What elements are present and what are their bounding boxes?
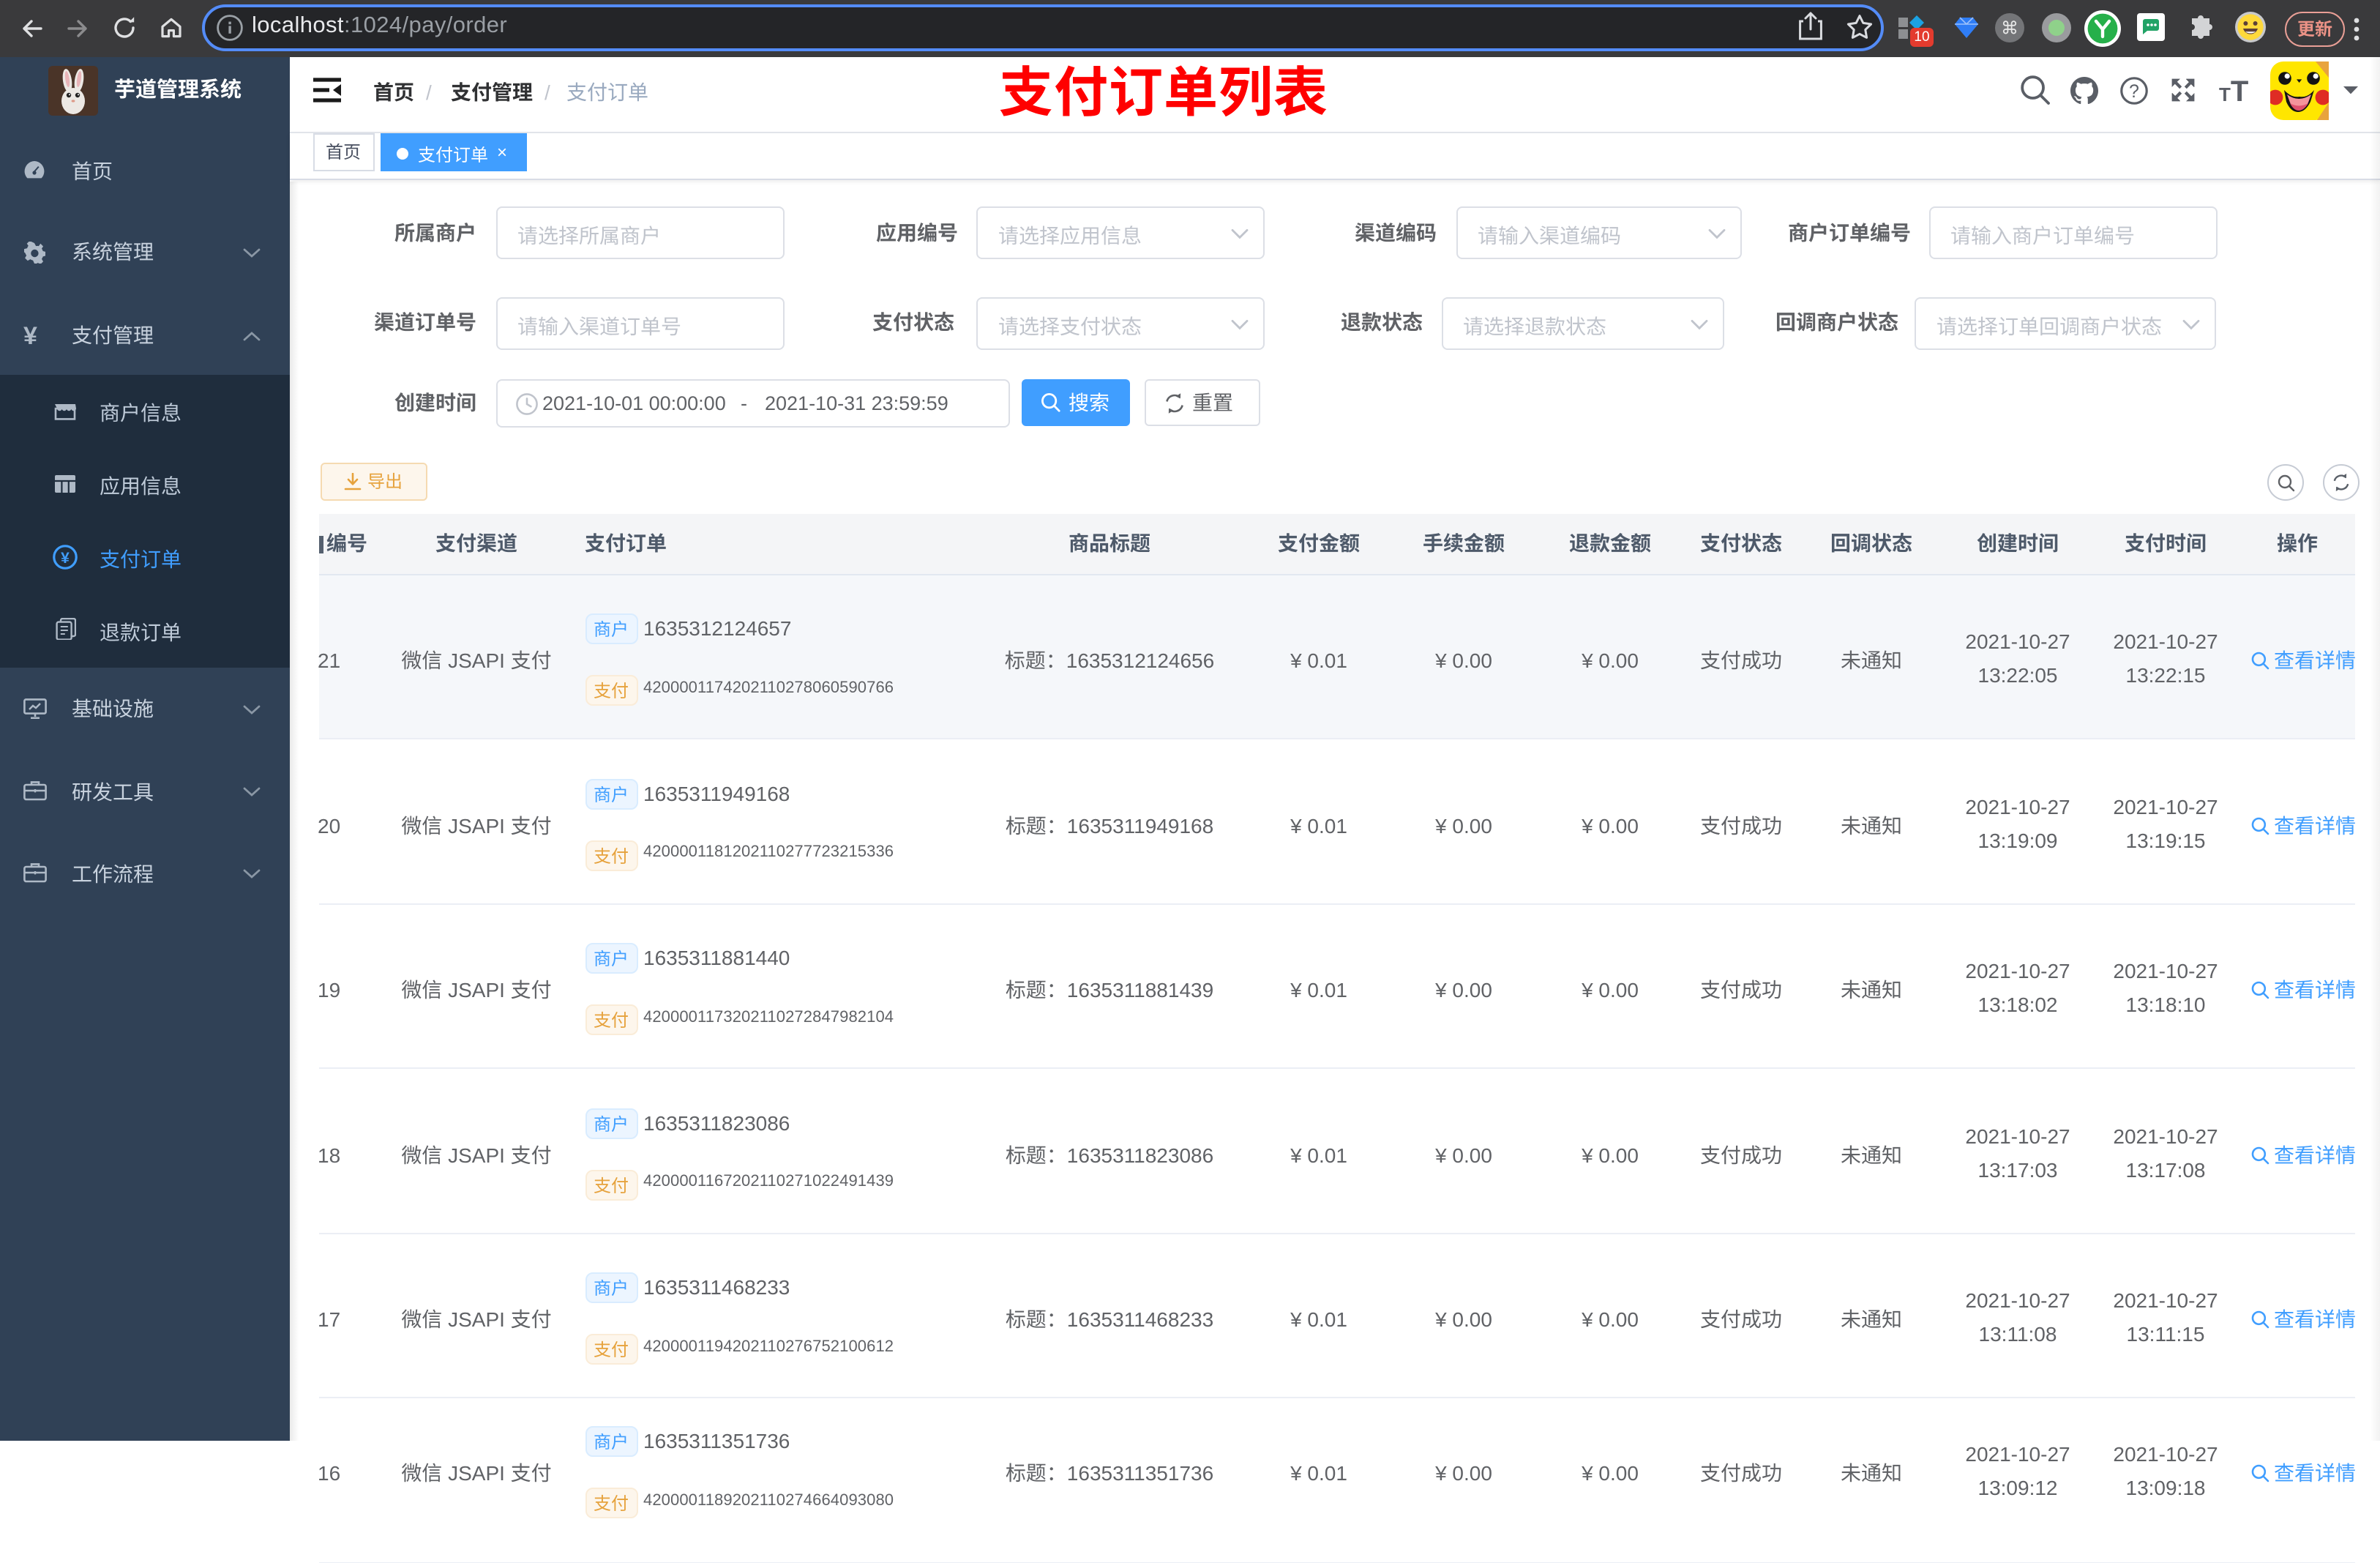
svg-text:¥: ¥ bbox=[61, 550, 70, 567]
svg-text:?: ? bbox=[2129, 81, 2139, 102]
svg-text:⌘: ⌘ bbox=[2001, 18, 2018, 38]
